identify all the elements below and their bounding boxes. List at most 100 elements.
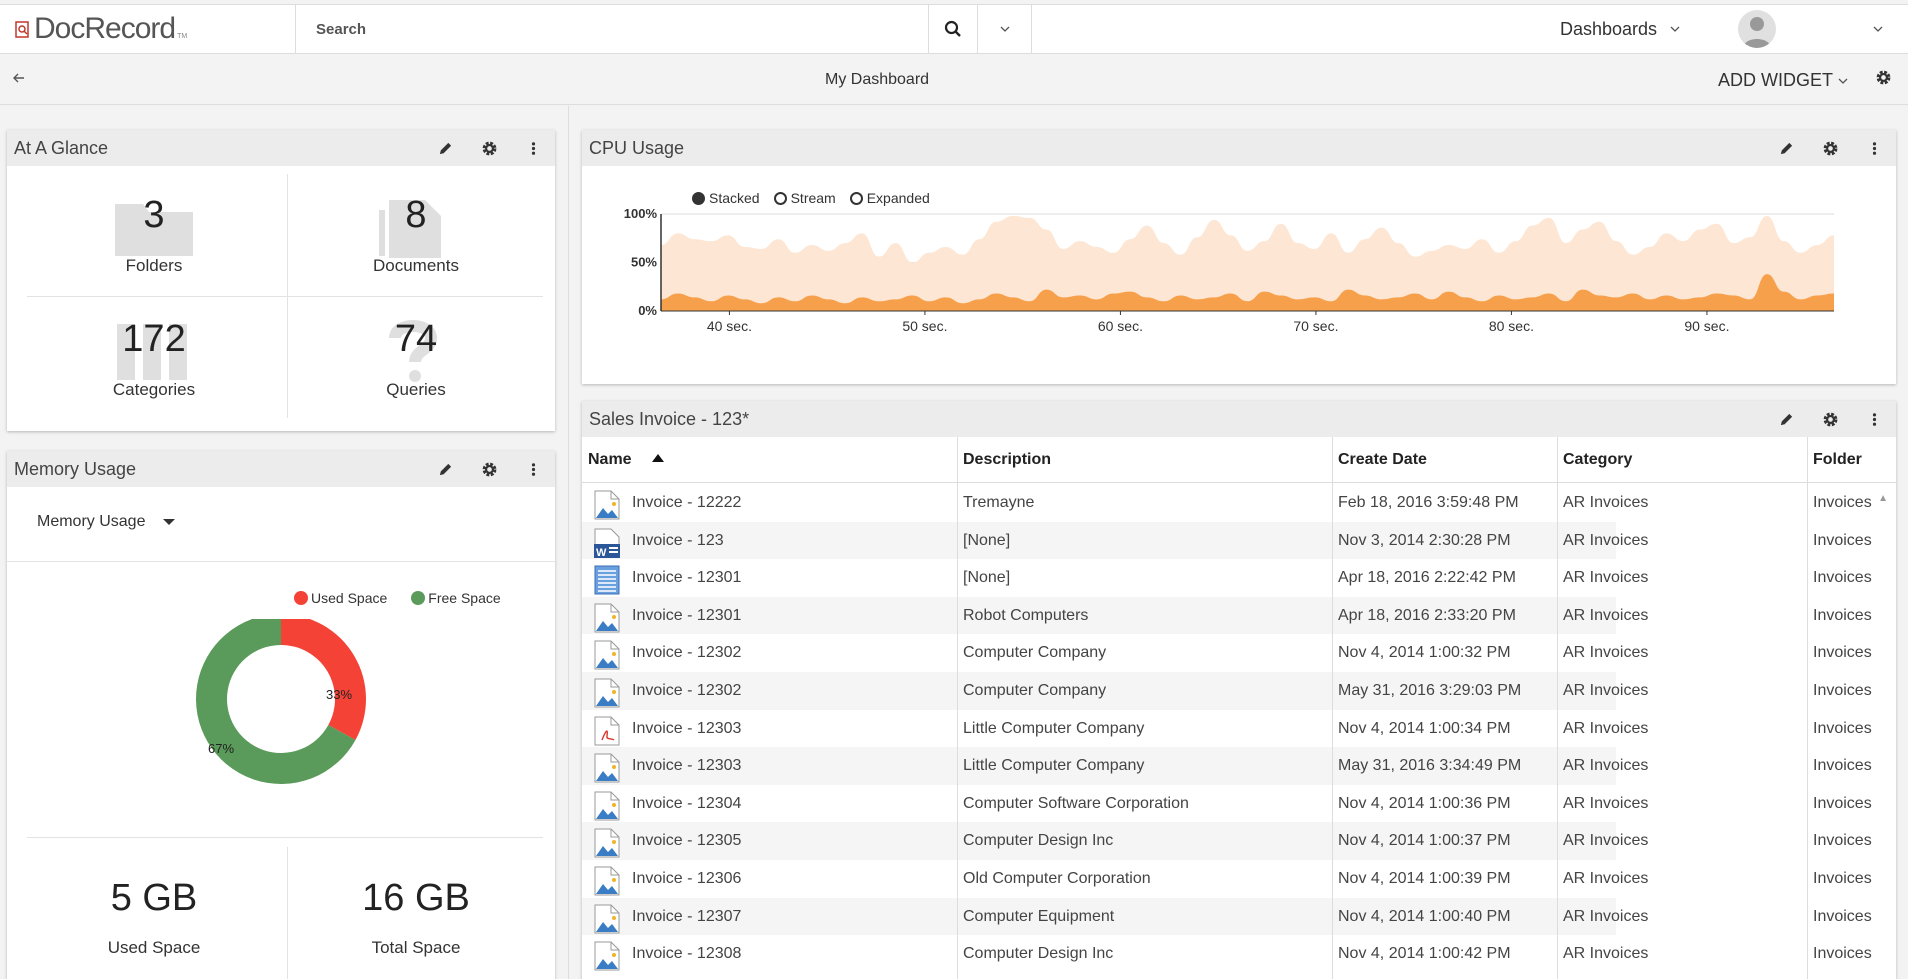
stat-documents[interactable]: 8 Documents [289,174,543,296]
cell-description: Little Computer Company [963,719,1145,737]
column-divider [1807,437,1808,979]
table-row[interactable]: Invoice - 12301 [None] Apr 18, 2016 2:22:4… [582,559,1872,597]
cell-description: [None] [963,569,1011,587]
table-row[interactable]: Invoice - 12303 Little Computer Company No… [582,710,1872,748]
column-header-create-date[interactable]: Create Date [1332,437,1557,483]
more-button[interactable] [511,451,555,487]
avatar[interactable] [1738,10,1776,48]
more-button[interactable] [1852,401,1896,437]
more-button[interactable] [1852,130,1896,166]
slice-label-free: 67% [208,741,234,756]
cell-name[interactable]: Invoice - 12301 [626,559,956,597]
cell-folder: Invoices [1813,907,1872,925]
pencil-icon [438,462,453,477]
divider [27,837,543,838]
settings-button[interactable] [1808,401,1852,437]
column-header-description[interactable]: Description [957,437,1332,483]
cpu-usage-widget: CPU Usage Stacked Stream Expanded 100% 50… [582,130,1896,384]
cell-category: AR Invoices [1563,606,1649,624]
back-button[interactable] [12,71,26,90]
edit-button[interactable] [423,451,467,487]
legend-swatch [294,591,308,605]
cell-name[interactable]: Invoice - 12302 [626,634,956,672]
column-header-folder[interactable]: Folder [1807,437,1896,483]
glance-stats: 3 Folders 8 Documents 172 Categories 74 … [27,174,543,418]
stat-categories[interactable]: 172 Categories [27,298,281,420]
cell-category: AR Invoices [1563,907,1649,925]
more-button[interactable] [511,130,555,166]
column-divider [568,106,569,979]
column-header-name[interactable]: Name [582,437,957,483]
cell-folder: Invoices [1813,644,1872,662]
logo-icon [15,21,29,38]
donut-slice-used[interactable] [281,619,366,740]
cell-name[interactable]: Invoice - 12306 [626,860,956,898]
top-nav-bar: DocRecord TM Dashboards [0,4,1908,54]
app-logo[interactable]: DocRecord TM [0,5,296,53]
add-widget-button[interactable]: ADD WIDGET [1718,70,1849,91]
column-header-category[interactable]: Category [1557,437,1807,483]
search-button[interactable] [928,5,978,53]
table-row[interactable]: Invoice - 12222 Tremayne Feb 18, 2016 3:59… [582,484,1872,522]
cell-create-date: Apr 18, 2016 2:22:42 PM [1338,569,1516,587]
search-options-button[interactable] [978,5,1032,53]
cell-category: AR Invoices [1563,644,1649,662]
cell-name[interactable]: Invoice - 12222 [626,484,956,522]
cell-name[interactable]: Invoice - 12308 [626,935,956,973]
stat-queries[interactable]: 74 Queries [289,298,543,420]
cell-create-date: May 31, 2016 3:29:03 PM [1338,682,1522,699]
search-input[interactable] [316,20,928,38]
cell-folder: Invoices [1813,757,1872,775]
dashboards-menu[interactable]: Dashboards [1560,5,1681,53]
legend-item-free[interactable]: Free Space [411,590,501,606]
image-doc-icon [594,490,620,520]
cell-name[interactable]: Invoice - 12305 [626,822,956,860]
cell-description: Computer Company [963,682,1107,699]
widget-title: At A Glance [14,137,109,158]
table-row[interactable]: Invoice - 12302 Computer Company Nov 4, 20… [582,634,1872,672]
stat-value: 16 GB [362,877,470,919]
table-row[interactable]: Invoice - 12308 Computer Design Inc Nov 4,… [582,935,1872,973]
cell-description: Computer Company [963,644,1107,662]
scroll-up-arrow[interactable]: ▲ [1878,493,1888,504]
table-row[interactable]: Invoice - 12307 Computer Equipment Nov 4, … [582,897,1872,936]
cell-description: Little Computer Company [963,757,1145,775]
dashboard-settings-button[interactable] [1875,69,1892,91]
cpu-series-area-upper[interactable] [661,215,1834,311]
table-row[interactable]: Invoice - 12304 Computer Software Corpora… [582,785,1872,823]
cell-create-date: Nov 4, 2014 1:00:32 PM [1338,644,1511,662]
table-row[interactable]: Invoice - 12302 Computer Company May 31, 2… [582,672,1872,710]
table-row[interactable]: Invoice - 12306 Old Computer Corporation N… [582,860,1872,898]
widget-tools [423,130,555,166]
cell-name[interactable]: Invoice - 12307 [626,898,956,936]
table-row[interactable]: Invoice - 12305 Computer Design Inc Nov 4,… [582,822,1872,860]
legend-item-used[interactable]: Used Space [294,590,387,606]
table-row[interactable]: Invoice - 123 [None] Nov 3, 2014 2:30:28 P… [582,521,1872,560]
edit-button[interactable] [1764,130,1808,166]
at-a-glance-widget: At A Glance 3 Folders 8 Documents 172 Ca… [7,130,555,431]
cell-name[interactable]: Invoice - 12303 [626,747,956,785]
edit-button[interactable] [423,130,467,166]
cell-name[interactable]: Invoice - 12301 [626,597,956,635]
user-menu-button[interactable] [1872,22,1884,40]
table-row[interactable]: Invoice - 12303 Little Computer Company Ma… [582,747,1872,785]
memory-metric-select[interactable]: Memory Usage [37,513,176,531]
table-row[interactable]: Invoice - 12301 Robot Computers Apr 18, 20… [582,596,1872,635]
widget-tools [1764,130,1896,166]
cell-name[interactable]: Invoice - 12302 [626,672,956,710]
settings-button[interactable] [467,451,511,487]
cell-name[interactable]: Invoice - 123 [626,522,956,560]
cell-create-date: Nov 4, 2014 1:00:37 PM [1338,832,1511,850]
cpu-area-chart: 100% 50% 0% 40 sec. 50 sec. 60 sec. 70 sec. 80 … [624,206,1834,334]
pencil-icon [1779,141,1794,156]
image-doc-icon [594,904,620,934]
cell-description: [None] [963,531,1011,549]
stat-value: 8 [405,194,427,236]
settings-button[interactable] [467,130,511,166]
cell-name[interactable]: Invoice - 12304 [626,785,956,823]
cell-name[interactable]: Invoice - 12303 [626,710,956,748]
settings-button[interactable] [1808,130,1852,166]
edit-button[interactable] [1764,401,1808,437]
chevron-down-icon [1872,23,1884,35]
stat-folders[interactable]: 3 Folders [27,174,281,296]
